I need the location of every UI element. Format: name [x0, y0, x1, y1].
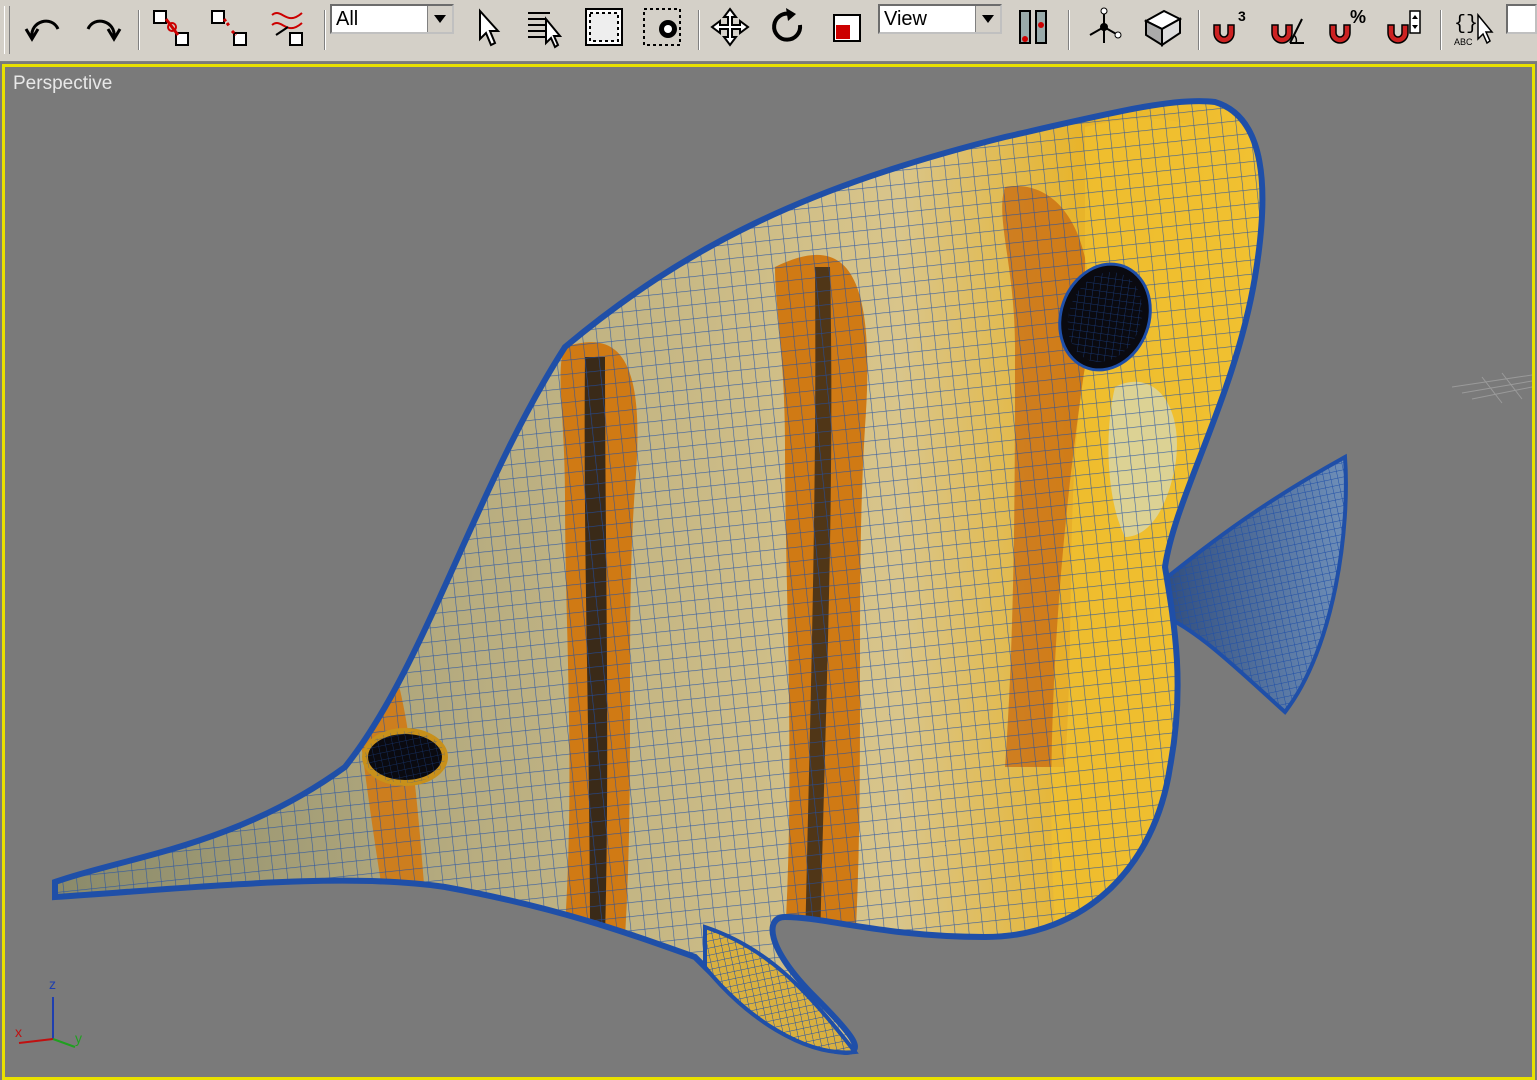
selection-rectangle-icon	[585, 8, 623, 46]
toolbar-separator	[698, 10, 700, 50]
angle-snap-icon	[1271, 18, 1304, 44]
window-crossing-button[interactable]	[638, 4, 686, 50]
space-warp-icon	[271, 12, 303, 46]
keyboard-override-icon	[1143, 9, 1183, 47]
bind-to-space-warp-button[interactable]	[264, 4, 312, 50]
main-toolbar: All View 3 % {} ABC	[0, 0, 1537, 62]
unlink-icon	[211, 10, 247, 46]
snap-dimension-label: 3	[1238, 8, 1246, 24]
axis-tripod: z x y	[15, 976, 82, 1048]
redo-icon	[86, 19, 122, 42]
rotate-icon	[772, 8, 803, 42]
toolbar-separator	[324, 10, 326, 50]
fish-eyespot[interactable]	[362, 728, 448, 786]
selection-filter-value: All	[336, 8, 359, 30]
keyboard-shortcut-override-button[interactable]	[1138, 4, 1186, 50]
y-axis-label: y	[75, 1030, 82, 1046]
named-selection-label: ABC	[1454, 37, 1473, 47]
spinner-snap-button[interactable]	[1380, 4, 1428, 50]
toolbar-separator	[1068, 10, 1070, 50]
named-selection-icon: {}ABC	[1454, 12, 1494, 47]
percent-snap-icon: %	[1329, 7, 1366, 44]
use-pivot-point-center-button[interactable]	[1010, 4, 1058, 50]
select-by-name-button[interactable]	[522, 4, 570, 50]
edit-named-selection-button[interactable]: {} ABC	[1450, 4, 1498, 50]
move-icon	[710, 7, 750, 47]
magnet-icon: 3	[1213, 8, 1246, 44]
selection-filter-dropdown[interactable]: All	[330, 4, 454, 34]
unlink-selection-button[interactable]	[206, 4, 254, 50]
spinner-snap-icon	[1387, 10, 1421, 44]
angle-snap-toggle-button[interactable]	[1264, 4, 1312, 50]
perspective-viewport[interactable]: Perspective z x y	[2, 64, 1535, 1080]
select-and-move-button[interactable]	[706, 4, 754, 50]
reference-coordinate-system-dropdown[interactable]: View	[878, 4, 1002, 34]
select-by-name-icon	[528, 12, 563, 49]
manipulate-icon	[1089, 7, 1122, 43]
cursor-arrow-icon	[479, 8, 501, 47]
pivot-point-icon	[1019, 10, 1047, 44]
window-crossing-icon	[643, 8, 681, 46]
redo-button[interactable]	[78, 4, 126, 50]
butterflyfish-model[interactable]	[5, 67, 1532, 1077]
toolbar-separator	[138, 10, 140, 50]
svg-text:{}: {}	[1454, 13, 1478, 36]
reference-coordinate-system-value: View	[884, 8, 927, 30]
chevron-down-icon[interactable]	[975, 6, 1000, 32]
rectangular-selection-region-button[interactable]	[580, 4, 628, 50]
undo-icon	[24, 19, 60, 42]
percent-snap-label: %	[1350, 7, 1366, 27]
x-axis-label: x	[15, 1024, 22, 1040]
select-and-link-button[interactable]	[148, 4, 196, 50]
toolbar-separator	[1198, 10, 1200, 50]
link-icon	[153, 10, 189, 46]
undo-button[interactable]	[20, 4, 68, 50]
toolbar-grip[interactable]	[4, 6, 10, 54]
pelvic-fin[interactable]	[703, 924, 859, 1055]
toolbar-separator	[1440, 10, 1442, 50]
select-and-manipulate-button[interactable]	[1080, 4, 1128, 50]
scale-icon	[833, 14, 861, 42]
chevron-down-icon[interactable]	[427, 6, 452, 32]
z-axis-label: z	[49, 976, 56, 992]
select-and-scale-button[interactable]	[822, 4, 870, 50]
select-and-rotate-button[interactable]	[764, 4, 812, 50]
snaps-toggle-button[interactable]: 3	[1206, 4, 1254, 50]
select-object-button[interactable]	[464, 4, 512, 50]
named-selection-set-dropdown[interactable]	[1506, 4, 1537, 34]
percent-snap-button[interactable]: %	[1322, 4, 1370, 50]
